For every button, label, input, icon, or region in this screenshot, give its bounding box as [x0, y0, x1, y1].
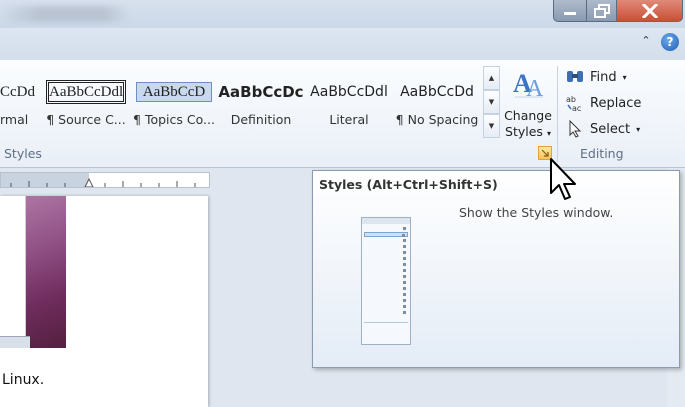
chevron-up-icon: ▲ — [488, 74, 495, 82]
style-tile-no-spacing[interactable]: AaBbCcDd ¶ No Spacing — [394, 66, 480, 142]
style-sample: AaBbCcDd — [400, 84, 474, 100]
replace-icon: ab ac — [566, 94, 584, 112]
style-name: Literal — [329, 112, 369, 127]
find-button[interactable]: Find ▾ — [566, 66, 627, 88]
style-name: ¶ Source C... — [46, 112, 126, 127]
style-sample: AaBbCcDc — [218, 83, 304, 101]
ribbon: CcDd rmal AaBbCcDdl ¶ Source C... AaBbCc… — [0, 60, 685, 168]
style-sample: AaBbCcDdl — [46, 80, 126, 104]
preview-buttons — [364, 334, 408, 339]
change-styles-button[interactable]: A A Change Styles ▾ — [503, 64, 553, 144]
style-tile-normal[interactable]: CcDd rmal — [0, 66, 38, 142]
preview-row — [364, 292, 408, 297]
preview-title-bar — [362, 218, 410, 224]
editing-group-label: Editing — [580, 146, 624, 161]
preview-row — [364, 244, 408, 249]
style-tile-literal[interactable]: AaBbCcDdl Literal — [306, 66, 392, 142]
preview-row — [364, 310, 408, 315]
gallery-scrollbar: ▲ ▼ ▼ — [483, 66, 500, 138]
style-name: rmal — [0, 112, 29, 127]
style-name: Definition — [230, 112, 292, 127]
close-icon — [641, 3, 658, 18]
style-tile-source-code[interactable]: AaBbCcDdl ¶ Source C... — [44, 66, 128, 142]
collapse-ribbon-icon[interactable]: ⌃ — [638, 34, 654, 50]
document-text: Linux. — [2, 372, 45, 388]
preview-row — [364, 286, 408, 291]
ruler-ticks — [10, 177, 196, 187]
embedded-screenshot-image — [0, 196, 66, 348]
replace-label: Replace — [590, 95, 642, 111]
restore-button[interactable] — [587, 0, 617, 22]
help-icon[interactable]: ? — [661, 33, 679, 51]
ribbon-tab-strip — [0, 28, 685, 60]
svg-text:A: A — [526, 76, 544, 100]
close-button[interactable] — [617, 0, 683, 22]
styles-tooltip: Styles (Alt+Ctrl+Shift+S) Show the Style… — [312, 170, 680, 368]
style-tile-definition[interactable]: AaBbCcDc Definition — [218, 66, 304, 142]
window-title-blurred — [0, 6, 130, 22]
ruler — [0, 172, 210, 188]
change-styles-label-line1: Change — [504, 108, 552, 123]
binoculars-icon — [566, 68, 584, 86]
preview-row — [364, 280, 408, 285]
preview-row — [364, 304, 408, 309]
restore-icon — [593, 3, 610, 18]
document-page[interactable]: Linux. — [0, 196, 208, 407]
style-sample: AaBbCcD — [136, 82, 212, 102]
dropdown-arrow-icon: ▾ — [546, 129, 551, 138]
preview-row — [364, 232, 408, 237]
style-name: ¶ No Spacing — [395, 112, 479, 127]
preview-row — [364, 256, 408, 261]
styles-gallery: CcDd rmal AaBbCcDdl ¶ Source C... AaBbCc… — [0, 66, 483, 142]
minimize-icon — [564, 11, 576, 15]
svg-text:ab: ab — [566, 95, 576, 104]
minimize-button[interactable] — [553, 0, 587, 22]
change-styles-label-line2: Styles ▾ — [503, 124, 553, 142]
preview-row — [364, 250, 408, 255]
editing-group: Find ▾ ab ac Replace Select ▾ — [562, 64, 682, 144]
style-sample: CcDd — [0, 84, 35, 100]
preview-row — [364, 226, 408, 231]
preview-options — [364, 322, 408, 326]
tooltip-description: Show the Styles window. — [459, 205, 614, 220]
preview-row — [364, 268, 408, 273]
styles-group-label: Styles — [4, 146, 42, 161]
chevron-down-icon: ▼ — [488, 98, 495, 106]
preview-row — [364, 298, 408, 303]
style-tile-topics-code[interactable]: AaBbCcD ¶ Topics Co... — [132, 66, 216, 142]
gallery-up-button[interactable]: ▲ — [483, 66, 500, 90]
dropdown-arrow-icon: ▾ — [622, 72, 627, 82]
window-controls — [553, 0, 685, 22]
style-name: ¶ Topics Co... — [133, 112, 215, 127]
select-pointer-icon — [566, 120, 584, 138]
svg-text:ac: ac — [572, 104, 581, 112]
preview-row — [364, 274, 408, 279]
select-button[interactable]: Select ▾ — [566, 118, 640, 140]
more-icon: ▼ — [488, 122, 495, 130]
image-window-region — [0, 196, 26, 336]
style-sample: AaBbCcDdl — [310, 84, 388, 100]
replace-button[interactable]: ab ac Replace — [566, 92, 641, 114]
change-styles-label-text: Styles — [505, 124, 543, 139]
find-label: Find — [590, 69, 617, 85]
group-separator — [557, 66, 558, 162]
gallery-down-button[interactable]: ▼ — [483, 90, 500, 114]
change-styles-icon: A A — [513, 69, 544, 100]
preview-row — [364, 238, 408, 243]
styles-pane-preview-image — [361, 217, 411, 345]
tooltip-title: Styles (Alt+Ctrl+Shift+S) — [319, 177, 498, 192]
image-status-bar — [0, 336, 30, 348]
preview-row — [364, 262, 408, 267]
change-styles-label: Change Styles ▾ — [503, 108, 553, 142]
mouse-pointer-icon — [550, 158, 576, 200]
gallery-more-button[interactable]: ▼ — [483, 114, 500, 138]
dropdown-arrow-icon: ▾ — [636, 124, 641, 134]
select-label: Select — [590, 121, 631, 137]
